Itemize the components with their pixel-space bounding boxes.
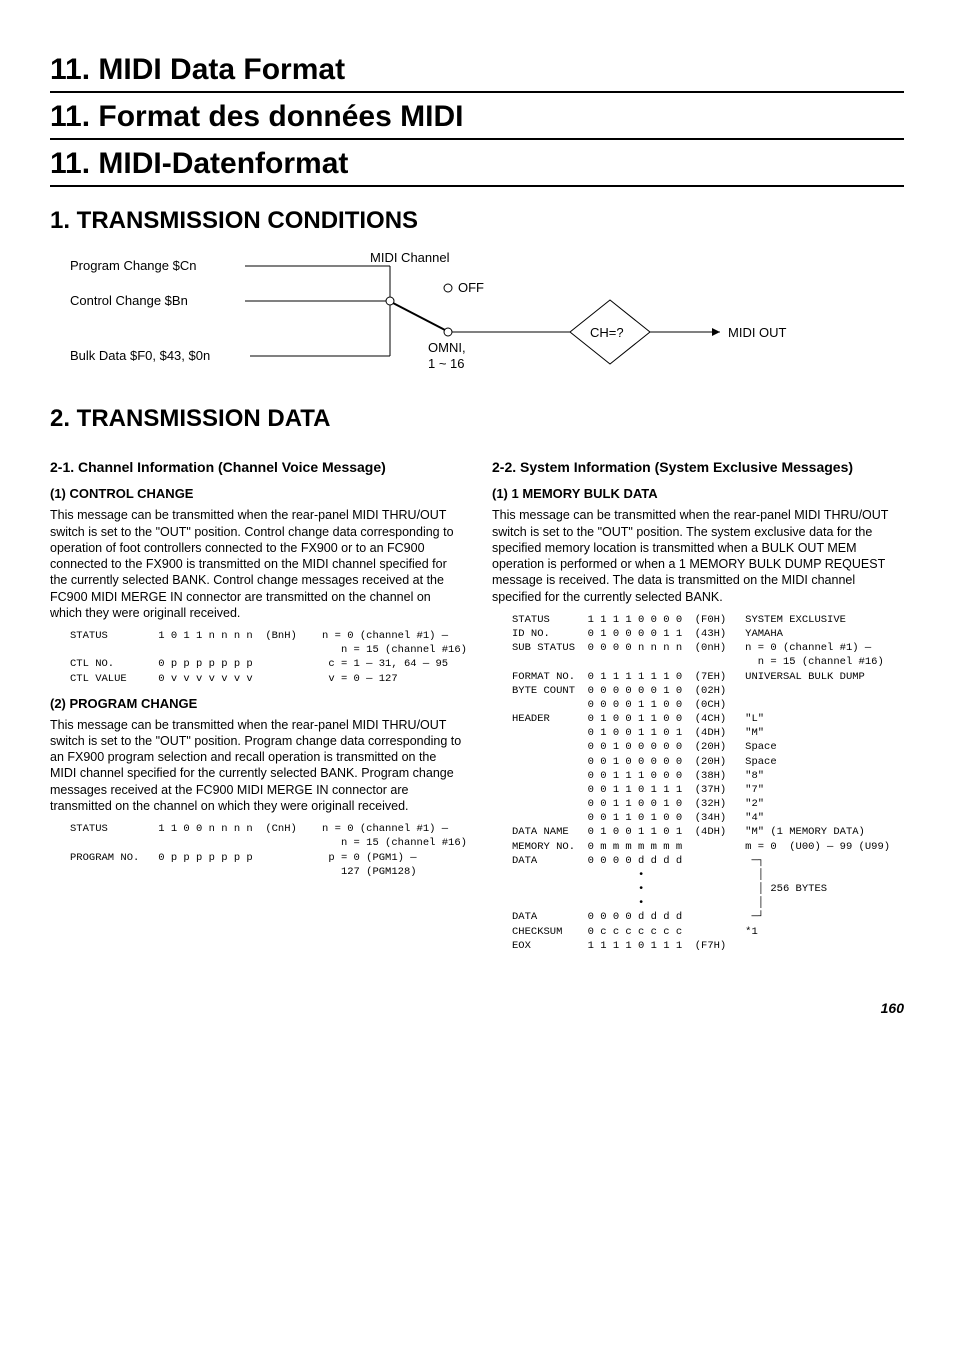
title-en: 11. MIDI Data Format	[50, 50, 904, 93]
cc-table: STATUS 1 0 1 1 n n n n (BnH) n = 0 (chan…	[70, 629, 462, 686]
cc-body: This message can be transmitted when the…	[50, 507, 462, 621]
bulk-table: STATUS 1 1 1 1 0 0 0 0 (F0H) SYSTEM EXCL…	[512, 613, 904, 953]
title-de: 11. MIDI-Datenformat	[50, 144, 904, 187]
diag-midi-channel: MIDI Channel	[370, 250, 450, 265]
diag-omni: OMNI,	[428, 340, 466, 355]
bulk-body: This message can be transmitted when the…	[492, 507, 904, 605]
col-right: 2-2. System Information (System Exclusiv…	[492, 446, 904, 959]
diag-bulk-data: Bulk Data $F0, $43, $0n	[70, 348, 210, 363]
col-left: 2-1. Channel Information (Channel Voice …	[50, 446, 462, 959]
diag-midi-out: MIDI OUT	[728, 325, 787, 340]
pc-title: (2) PROGRAM CHANGE	[50, 696, 462, 713]
section2-heading: 2. TRANSMISSION DATA	[50, 403, 904, 434]
diagram-svg: Program Change $Cn Control Change $Bn Bu…	[70, 250, 790, 380]
transmission-diagram: Program Change $Cn Control Change $Bn Bu…	[70, 250, 904, 385]
pc-table: STATUS 1 1 0 0 n n n n (CnH) n = 0 (chan…	[70, 822, 462, 879]
diag-chq: CH=?	[590, 325, 624, 340]
diag-program-change: Program Change $Cn	[70, 258, 196, 273]
pc-body: This message can be transmitted when the…	[50, 717, 462, 815]
title-fr: 11. Format des données MIDI	[50, 97, 904, 140]
s21-heading: 2-1. Channel Information (Channel Voice …	[50, 458, 462, 476]
bulk-title: (1) 1 MEMORY BULK DATA	[492, 486, 904, 503]
section1-heading: 1. TRANSMISSION CONDITIONS	[50, 205, 904, 236]
s22-heading: 2-2. System Information (System Exclusiv…	[492, 458, 904, 476]
page-number: 160	[50, 999, 904, 1017]
cc-title: (1) CONTROL CHANGE	[50, 486, 462, 503]
diag-off: OFF	[458, 280, 484, 295]
diag-control-change: Control Change $Bn	[70, 293, 188, 308]
diag-range: 1 ~ 16	[428, 356, 465, 371]
